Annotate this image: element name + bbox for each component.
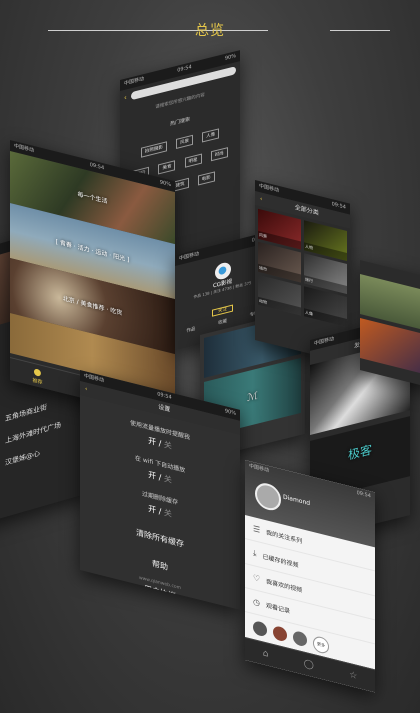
back-icon[interactable]: ‹ <box>260 192 262 207</box>
star-icon: ☆ <box>349 669 358 683</box>
page-header: 总览 <box>0 0 420 60</box>
tab-works[interactable]: 作品 <box>186 326 195 334</box>
search-chip[interactable]: 拍照摄影 <box>140 141 167 158</box>
header-right-rule <box>330 30 390 31</box>
user-name: Diamond <box>283 493 311 508</box>
tab-favorites[interactable]: ☆ <box>349 670 357 682</box>
landscape-screen <box>360 260 420 388</box>
heart-icon: ♡ <box>253 572 261 584</box>
clock-icon: ◷ <box>253 596 260 608</box>
tab-recommend[interactable]: ⌂ <box>263 648 269 659</box>
avatar[interactable] <box>273 624 287 643</box>
home-icon: ⌂ <box>262 648 269 660</box>
search-chip[interactable]: 时尚 <box>210 147 228 162</box>
search-chip[interactable]: 风景 <box>176 134 193 150</box>
search-chip[interactable]: 电影 <box>197 171 215 186</box>
more-button[interactable]: 更多 <box>313 634 329 655</box>
search-chip[interactable]: 美食 <box>158 160 176 175</box>
follow-button[interactable]: 关注 <box>212 304 233 317</box>
back-icon[interactable]: ‹ <box>85 382 87 397</box>
avatar[interactable] <box>253 619 267 638</box>
tab-collect[interactable]: 收藏 <box>218 318 227 326</box>
back-icon[interactable]: ‹ <box>124 93 127 102</box>
avatar[interactable] <box>255 480 281 513</box>
search-chip[interactable]: 人像 <box>202 128 220 143</box>
tab-discover[interactable]: ◯ <box>304 659 314 672</box>
left-list: 五角场商业街 上海外滩时代广场 汉堡姊@心 <box>0 384 90 487</box>
search-chip[interactable]: 明星 <box>184 153 202 168</box>
menu-screen: 中国移动 09:54 Diamond ☰ 我的关注系列 ⤓ 已缓存的视频 ♡ 我喜欢的视… <box>245 460 375 693</box>
download-icon: ⤓ <box>253 547 257 558</box>
list-icon: ☰ <box>253 523 261 535</box>
settings-screen: 中国移动 09:54 90% ‹ 设置 使用流量播放时提醒我 开 / 关 在 wifi… <box>80 370 240 610</box>
avatar[interactable] <box>293 629 307 648</box>
user-icon: ◯ <box>303 658 314 672</box>
tab-recommend[interactable]: ● 推荐 <box>32 366 42 385</box>
